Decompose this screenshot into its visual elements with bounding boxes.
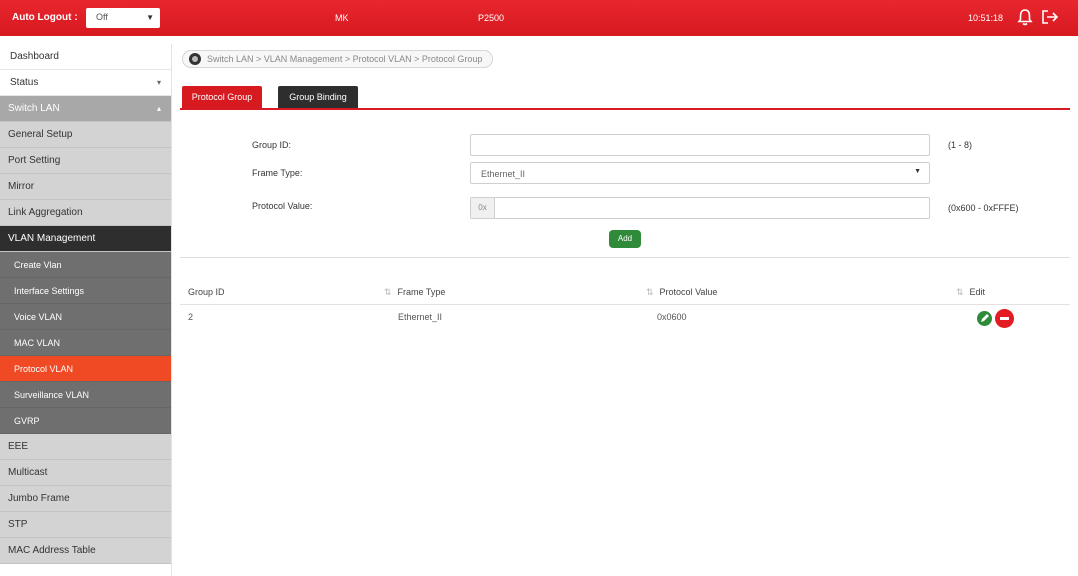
protocol-value-input[interactable]: 0x [470,197,930,219]
sidebar-item-label: Status [10,77,39,88]
sidebar-item-label: Link Aggregation [8,207,83,218]
sidebar-item-label: Protocol VLAN [14,364,74,374]
frame-type-select[interactable]: Ethernet_II ▼ [470,162,930,184]
hex-prefix: 0x [471,198,495,218]
sidebar-item-label: Dashboard [10,51,59,62]
column-header-protocol-value[interactable]: ⇅ Protocol Value [646,287,717,298]
frame-type-label: Frame Type: [252,168,303,178]
sidebar-item-label: Multicast [8,467,48,478]
column-header-label: Group ID [188,287,225,297]
cell-frame-type: Ethernet_II [398,312,443,322]
column-header-label: Frame Type [397,287,446,297]
section-divider [180,257,1070,258]
column-header-label: Protocol Value [659,287,718,297]
sidebar-item-label: MAC Address Table [8,545,96,556]
sidebar-item-switch-lan[interactable]: Switch LAN ▴ [0,96,171,122]
sort-icon: ⇅ [956,287,964,297]
tab-bar: Protocol Group Group Binding [180,86,1070,110]
chevron-down-icon: ▼ [146,13,154,22]
sort-icon: ⇅ [384,287,392,297]
auto-logout-select[interactable]: Off ▼ [86,8,160,28]
table-header-line [180,304,1070,305]
sidebar-item-gvrp[interactable]: GVRP [0,408,171,434]
protocol-value-hint: (0x600 - 0xFFFE) [948,203,1019,213]
sidebar-item-multicast[interactable]: Multicast [0,460,171,486]
sidebar-item-label: EEE [8,441,29,452]
group-id-input[interactable] [470,134,930,156]
sidebar-item-dashboard[interactable]: Dashboard [0,44,171,70]
column-header-frame-type[interactable]: ⇅ Frame Type [384,287,445,298]
bell-icon[interactable] [1016,7,1034,27]
chevron-down-icon: ▼ [914,168,921,175]
sidebar-item-label: General Setup [8,129,73,140]
device-name: P2500 [478,13,505,23]
system-time: 10:51:18 [968,13,1004,23]
column-header-edit: ⇅ Edit [956,287,985,298]
sidebar-item-label: Switch LAN [8,103,60,114]
tab-group-binding[interactable]: Group Binding [278,86,358,108]
tab-protocol-group[interactable]: Protocol Group [182,86,262,108]
model-name: MK [335,13,349,23]
edit-icon[interactable] [977,311,992,326]
sidebar-item-mac-address-table[interactable]: MAC Address Table [0,538,171,564]
home-icon[interactable] [189,53,201,65]
sidebar-item-mac-vlan[interactable]: MAC VLAN [0,330,171,356]
sidebar-item-mirror[interactable]: Mirror [0,174,171,200]
cell-group-id: 2 [188,312,194,322]
sidebar-item-vlan-management[interactable]: VLAN Management [0,226,171,252]
sidebar-item-label: Interface Settings [14,286,85,296]
sidebar-item-label: VLAN Management [8,233,96,244]
sidebar-item-link-aggregation[interactable]: Link Aggregation [0,200,171,226]
sidebar-item-port-setting[interactable]: Port Setting [0,148,171,174]
sort-icon: ⇅ [646,287,654,297]
group-id-hint: (1 - 8) [948,140,973,150]
main-content: Switch LAN > VLAN Management > Protocol … [172,44,1078,576]
group-id-label: Group ID: [252,140,292,150]
sidebar-item-label: Surveillance VLAN [14,390,90,400]
sidebar: Dashboard Status ▾ Switch LAN ▴ General Se… [0,44,172,576]
logout-icon[interactable] [1040,7,1060,27]
sidebar-item-stp[interactable]: STP [0,512,171,538]
column-header-group-id[interactable]: Group ID [188,287,225,297]
sidebar-item-jumbo-frame[interactable]: Jumbo Frame [0,486,171,512]
sidebar-item-label: Port Setting [8,155,61,166]
sidebar-item-label: STP [8,519,28,530]
breadcrumb: Switch LAN > VLAN Management > Protocol … [182,50,494,68]
top-bar: Auto Logout : Off ▼ MK P2500 10:51:18 [0,0,1078,36]
cell-protocol-value: 0x0600 [657,312,687,322]
add-button[interactable]: Add [609,230,641,248]
sidebar-item-status[interactable]: Status ▾ [0,70,171,96]
delete-icon[interactable] [995,309,1014,328]
column-header-label: Edit [969,287,986,297]
sidebar-item-label: GVRP [14,416,40,426]
auto-logout-label: Auto Logout : [12,12,78,23]
sidebar-item-surveillance-vlan[interactable]: Surveillance VLAN [0,382,171,408]
sidebar-item-label: Voice VLAN [14,312,63,322]
chevron-down-icon: ▾ [156,78,161,87]
sidebar-item-label: Jumbo Frame [8,493,70,504]
sidebar-item-label: MAC VLAN [14,338,61,348]
breadcrumb-text: Switch LAN > VLAN Management > Protocol … [207,54,483,64]
auto-logout-value: Off [96,12,108,22]
protocol-value-label: Protocol Value: [252,201,313,211]
sidebar-item-label: Mirror [8,181,35,192]
sidebar-item-label: Create Vlan [14,260,62,270]
sidebar-item-create-vlan[interactable]: Create Vlan [0,252,171,278]
frame-type-value: Ethernet_II [481,169,526,179]
sidebar-item-protocol-vlan[interactable]: Protocol VLAN [0,356,171,382]
sidebar-item-general-setup[interactable]: General Setup [0,122,171,148]
sidebar-item-eee[interactable]: EEE [0,434,171,460]
chevron-up-icon: ▴ [156,104,161,113]
sidebar-item-interface-settings[interactable]: Interface Settings [0,278,171,304]
sidebar-item-voice-vlan[interactable]: Voice VLAN [0,304,171,330]
